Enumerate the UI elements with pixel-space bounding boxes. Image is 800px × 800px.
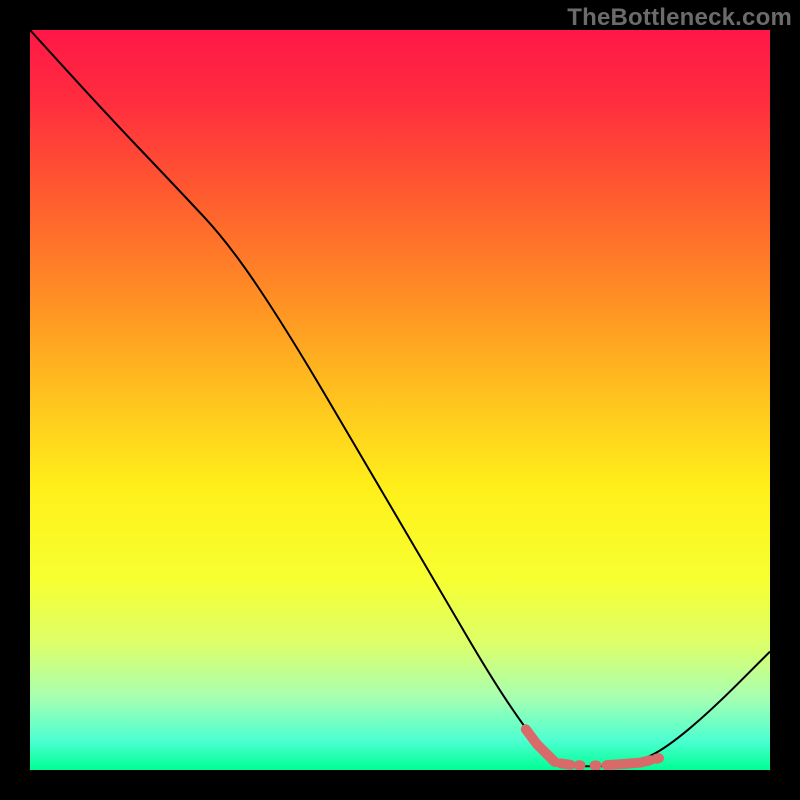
watermark-text: TheBottleneck.com	[567, 4, 792, 32]
bottleneck-chart	[30, 30, 770, 770]
chart-frame	[30, 30, 770, 770]
gradient-background	[30, 30, 770, 770]
